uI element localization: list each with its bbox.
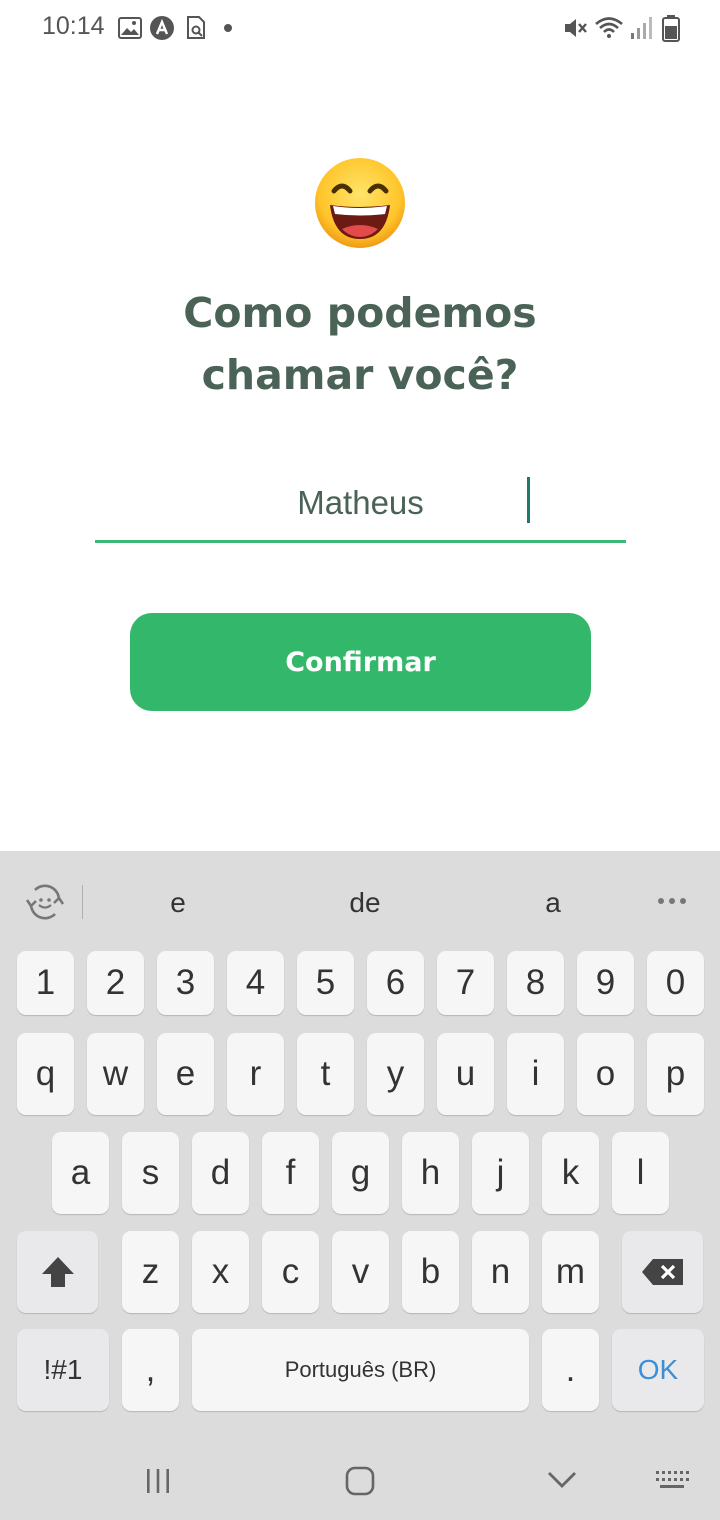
- home-icon[interactable]: [344, 1465, 376, 1497]
- key-f[interactable]: f: [262, 1132, 319, 1214]
- key-d[interactable]: d: [192, 1132, 249, 1214]
- signal-icon: [631, 17, 652, 39]
- key-c[interactable]: c: [262, 1231, 319, 1313]
- key-k[interactable]: k: [542, 1132, 599, 1214]
- status-bar: 10:14: [0, 0, 720, 56]
- key-1[interactable]: 1: [17, 951, 74, 1015]
- period-key[interactable]: .: [542, 1329, 599, 1411]
- confirm-button[interactable]: Confirmar: [130, 613, 591, 711]
- key-b[interactable]: b: [402, 1231, 459, 1313]
- key-h[interactable]: h: [402, 1132, 459, 1214]
- search-doc-icon: [187, 16, 205, 39]
- shift-icon: [41, 1257, 74, 1287]
- shift-key[interactable]: [17, 1231, 98, 1313]
- app-screen: Como podemos chamar você? Matheus Confir…: [0, 56, 720, 851]
- key-o[interactable]: o: [577, 1033, 634, 1115]
- mute-icon: [565, 19, 587, 37]
- suggestion-3[interactable]: a: [545, 887, 561, 919]
- recents-icon[interactable]: [144, 1467, 172, 1495]
- key-t[interactable]: t: [297, 1033, 354, 1115]
- backspace-key[interactable]: [622, 1231, 703, 1313]
- navigation-bar: [0, 1431, 720, 1520]
- keyboard: e de a 1 2 3 4 5 6 7 8 9 0 q w e r t y u…: [0, 851, 720, 1520]
- key-g[interactable]: g: [332, 1132, 389, 1214]
- status-time: 10:14: [42, 12, 105, 40]
- refresh-emoji-icon[interactable]: [25, 882, 65, 922]
- key-r[interactable]: r: [227, 1033, 284, 1115]
- text-cursor: [527, 477, 530, 523]
- title-line-2: chamar você?: [201, 351, 519, 399]
- key-6[interactable]: 6: [367, 951, 424, 1015]
- key-a[interactable]: a: [52, 1132, 109, 1214]
- key-s[interactable]: s: [122, 1132, 179, 1214]
- page-title: Como podemos chamar você?: [0, 282, 720, 406]
- keyboard-icon[interactable]: [655, 1469, 689, 1493]
- symbols-key[interactable]: !#1: [17, 1329, 109, 1411]
- backspace-icon: [641, 1259, 683, 1285]
- title-line-1: Como podemos: [183, 289, 537, 337]
- app-a-icon: [150, 16, 174, 40]
- key-l[interactable]: l: [612, 1132, 669, 1214]
- back-icon[interactable]: [546, 1469, 578, 1491]
- key-e[interactable]: e: [157, 1033, 214, 1115]
- key-9[interactable]: 9: [577, 951, 634, 1015]
- name-input-value: Matheus: [297, 484, 424, 521]
- key-z[interactable]: z: [122, 1231, 179, 1313]
- key-0[interactable]: 0: [647, 951, 704, 1015]
- key-5[interactable]: 5: [297, 951, 354, 1015]
- key-v[interactable]: v: [332, 1231, 389, 1313]
- more-icon[interactable]: [657, 895, 687, 907]
- key-u[interactable]: u: [437, 1033, 494, 1115]
- key-i[interactable]: i: [507, 1033, 564, 1115]
- wifi-icon: [595, 17, 623, 38]
- key-x[interactable]: x: [192, 1231, 249, 1313]
- key-8[interactable]: 8: [507, 951, 564, 1015]
- ok-key[interactable]: OK: [612, 1329, 704, 1411]
- key-w[interactable]: w: [87, 1033, 144, 1115]
- key-q[interactable]: q: [17, 1033, 74, 1115]
- suggestion-divider: [82, 885, 83, 919]
- suggestion-2[interactable]: de: [349, 887, 380, 919]
- space-key[interactable]: Português (BR): [192, 1329, 529, 1411]
- suggestion-1[interactable]: e: [170, 887, 186, 919]
- key-n[interactable]: n: [472, 1231, 529, 1313]
- key-j[interactable]: j: [472, 1132, 529, 1214]
- key-2[interactable]: 2: [87, 951, 144, 1015]
- key-y[interactable]: y: [367, 1033, 424, 1115]
- key-m[interactable]: m: [542, 1231, 599, 1313]
- name-input[interactable]: Matheus: [95, 468, 626, 543]
- comma-key[interactable]: ,: [122, 1329, 179, 1411]
- battery-icon: [662, 15, 680, 42]
- gallery-icon: [118, 17, 142, 39]
- key-3[interactable]: 3: [157, 951, 214, 1015]
- key-p[interactable]: p: [647, 1033, 704, 1115]
- notification-dot-icon: [224, 24, 232, 32]
- key-4[interactable]: 4: [227, 951, 284, 1015]
- key-7[interactable]: 7: [437, 951, 494, 1015]
- grinning-emoji-icon: [315, 158, 405, 248]
- suggestion-bar: e de a: [0, 851, 720, 951]
